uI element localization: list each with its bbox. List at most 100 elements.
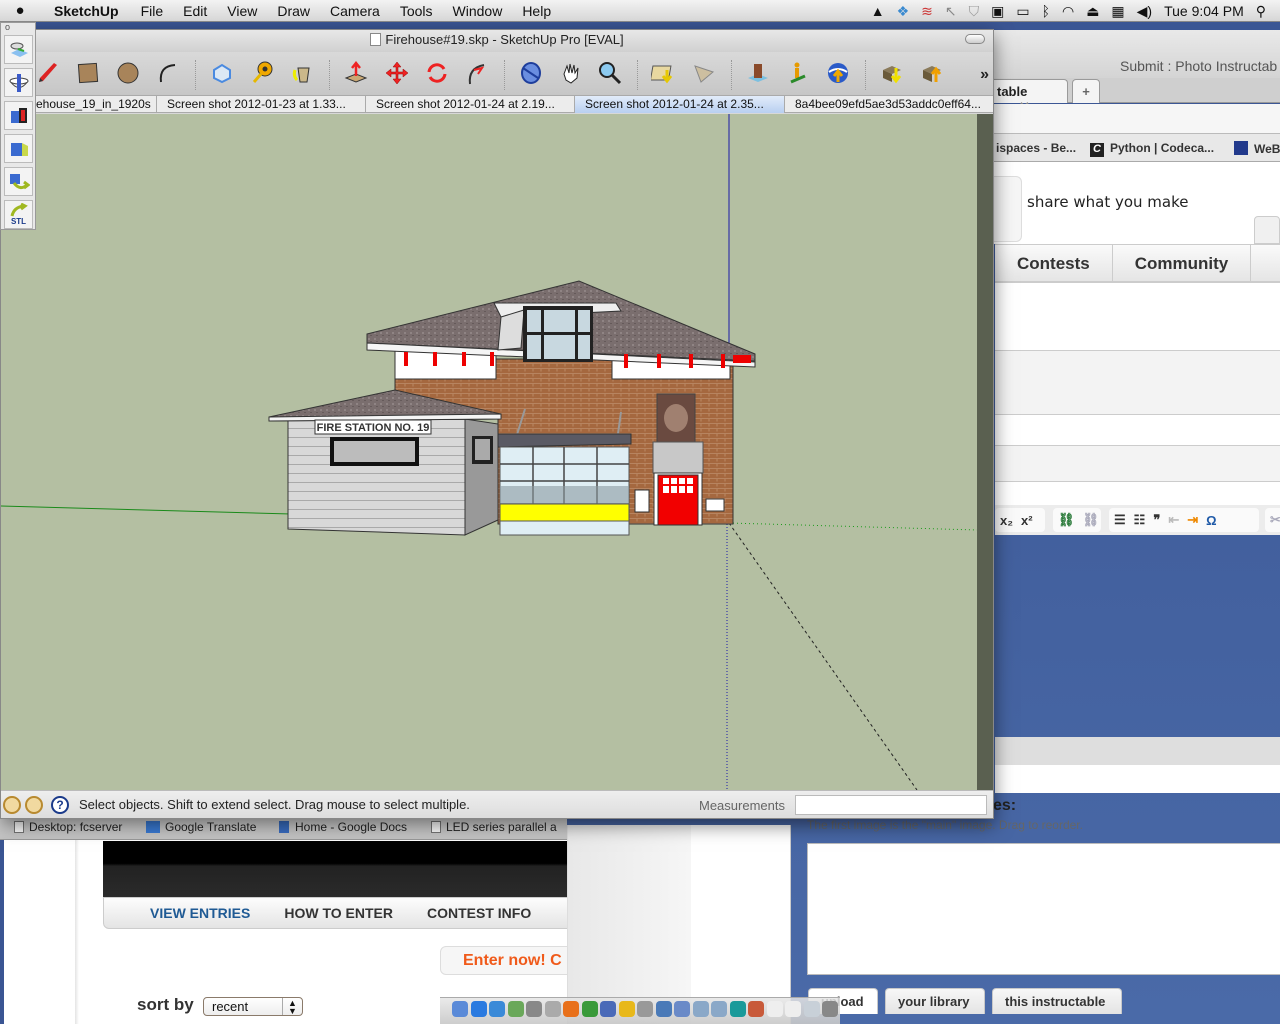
subscript-button[interactable]: x₂ <box>1000 513 1013 528</box>
rectangle-tool[interactable] <box>73 58 103 88</box>
orbit-tool[interactable] <box>516 58 546 88</box>
tab-this-instructable[interactable]: this instructable <box>992 988 1122 1014</box>
bookmark-item[interactable]: ispaces - Be... <box>996 141 1076 155</box>
menu-tools[interactable]: Tools <box>390 3 443 19</box>
eject-icon[interactable]: ⏏ <box>1086 3 1099 20</box>
menu-camera[interactable]: Camera <box>320 3 390 19</box>
superscript-button[interactable]: x² <box>1021 513 1033 528</box>
model-viewport[interactable]: FIRE STATION NO. 19 <box>1 114 977 790</box>
special-char-icon[interactable]: Ω <box>1206 513 1216 528</box>
credits-icon[interactable] <box>25 796 43 814</box>
blockquote-icon[interactable]: ❞ <box>1153 512 1160 528</box>
dock-mug-icon[interactable] <box>822 1001 838 1017</box>
nav-contest-info[interactable]: CONTEST INFO <box>427 905 531 921</box>
paint-bucket-tool[interactable] <box>287 58 317 88</box>
menu-app-sketchup[interactable]: SketchUp <box>40 3 131 19</box>
measurements-input[interactable] <box>795 795 987 815</box>
wifi-icon[interactable]: ◠ <box>1062 3 1074 20</box>
dock-doc2-icon[interactable] <box>785 1001 801 1017</box>
dock-x11-icon[interactable] <box>692 1001 709 1017</box>
dock-firefox-icon[interactable] <box>563 1001 579 1017</box>
stl-export-button[interactable]: STL <box>4 200 33 229</box>
menu-view[interactable]: View <box>217 3 267 19</box>
bluetooth-icon[interactable]: ᛒ <box>1042 3 1050 19</box>
sort-select[interactable]: recent ▲ ▼ <box>203 997 303 1016</box>
menu-window[interactable]: Window <box>443 3 513 19</box>
help-icon[interactable]: ? <box>51 796 69 814</box>
new-tab-button[interactable]: + <box>1072 79 1100 103</box>
palette-close-icon[interactable]: o <box>5 22 10 32</box>
arc-tool[interactable] <box>153 58 183 88</box>
indent-icon[interactable]: ⇥ <box>1187 512 1198 528</box>
add-model-button[interactable] <box>4 35 33 64</box>
dock-pen-icon[interactable] <box>637 1001 653 1017</box>
bookmark-item[interactable]: Desktop: fcserver <box>14 820 122 834</box>
toggle-terrain-tool[interactable] <box>689 58 719 88</box>
apple-menu-icon[interactable]: ● <box>0 2 40 19</box>
solid-tools-button[interactable] <box>4 101 33 130</box>
dock-python-icon[interactable] <box>655 1001 672 1017</box>
dock-sketchup-icon[interactable] <box>748 1001 764 1017</box>
section-plane-button[interactable] <box>4 68 33 97</box>
bookmark-item[interactable]: WeB <box>1234 141 1280 156</box>
add-location-tool[interactable] <box>783 58 813 88</box>
menu-edit[interactable]: Edit <box>173 3 217 19</box>
dock-disk-utility-icon[interactable] <box>507 1001 524 1017</box>
dock-doc-icon[interactable] <box>766 1001 783 1017</box>
dock-app-store-icon[interactable] <box>470 1001 487 1017</box>
dock-screenshot-icon[interactable] <box>526 1001 542 1017</box>
document-proxy-icon[interactable] <box>370 33 382 46</box>
site-logo[interactable] <box>990 176 1022 242</box>
dock-arduino-icon[interactable] <box>729 1001 746 1017</box>
dock-preview-icon[interactable] <box>674 1001 690 1017</box>
enter-now-button[interactable]: Enter now! C <box>440 946 580 975</box>
geo-location-icon[interactable] <box>3 796 21 814</box>
browser-address-area[interactable] <box>990 104 1280 134</box>
bulleted-list-icon[interactable]: ☷ <box>1134 512 1146 528</box>
shield-icon[interactable]: ⛉ <box>969 3 980 20</box>
cursor-icon[interactable]: ↖ <box>945 3 957 20</box>
robot-tab[interactable] <box>1254 216 1280 244</box>
photo-booth-icon[interactable]: ▣ <box>991 3 1004 20</box>
export-button[interactable] <box>4 167 33 196</box>
bookmark-item[interactable]: C Python | Codeca... <box>1090 141 1214 157</box>
spotlight-icon[interactable]: ⚲ <box>1256 3 1266 20</box>
scene-tab[interactable]: Screen shot 2012-01-24 at 2.19... <box>366 96 575 113</box>
get-models-tool[interactable] <box>877 58 907 88</box>
share-model-tool[interactable] <box>823 58 853 88</box>
scene-tab[interactable]: Screen shot 2012-01-23 at 1.33... <box>157 96 366 113</box>
link-icon[interactable]: ⛓ <box>1058 512 1075 528</box>
toolbar-overflow-button[interactable]: » <box>980 66 989 84</box>
rotate-tool[interactable] <box>422 58 452 88</box>
bookmark-item[interactable]: Google Translate <box>146 820 256 834</box>
volume-icon[interactable]: ◀) <box>1137 3 1152 20</box>
push-pull-tool[interactable] <box>341 58 371 88</box>
menu-draw[interactable]: Draw <box>267 3 320 19</box>
nav-community[interactable]: Community <box>1113 245 1252 283</box>
dock-x11-2-icon[interactable] <box>711 1001 727 1017</box>
dropbox-icon[interactable]: ❖ <box>897 3 910 20</box>
dock-virtualbox-icon[interactable] <box>600 1001 616 1017</box>
clock[interactable]: Tue 9:04 PM <box>1164 3 1244 19</box>
circle-tool[interactable] <box>113 58 143 88</box>
sketchup-titlebar[interactable]: Firehouse#19.skp - SketchUp Pro [EVAL] <box>1 30 993 52</box>
sync-icon[interactable]: ≋ <box>921 3 933 20</box>
dock-finder-icon[interactable] <box>452 1001 468 1017</box>
menu-help[interactable]: Help <box>512 3 561 19</box>
dock-wireshark-icon[interactable] <box>618 1001 635 1017</box>
move-tool[interactable] <box>382 58 412 88</box>
cut-icon[interactable]: ✂ <box>1270 512 1280 528</box>
scene-tab[interactable]: ehouse_19_in_1920s <box>36 96 157 113</box>
add-building-tool[interactable] <box>743 58 773 88</box>
share-component-tool[interactable] <box>917 58 947 88</box>
scene-tab[interactable]: 8a4bee09efd5ae3d53addc0eff64... <box>785 96 993 113</box>
make-component-tool[interactable] <box>207 58 237 88</box>
image-drop-area[interactable] <box>807 843 1280 975</box>
nav-contests[interactable]: Contests <box>995 245 1113 283</box>
viewport-scrollbar[interactable] <box>977 114 993 790</box>
scene-tab-active[interactable]: Screen shot 2012-01-24 at 2.35... <box>575 96 785 113</box>
photo-textures-button[interactable] <box>4 134 33 163</box>
bookmark-item[interactable]: Home - Google Docs <box>279 820 407 834</box>
dock-grab-icon[interactable] <box>544 1001 561 1017</box>
dock-chrome-icon[interactable] <box>581 1001 598 1017</box>
